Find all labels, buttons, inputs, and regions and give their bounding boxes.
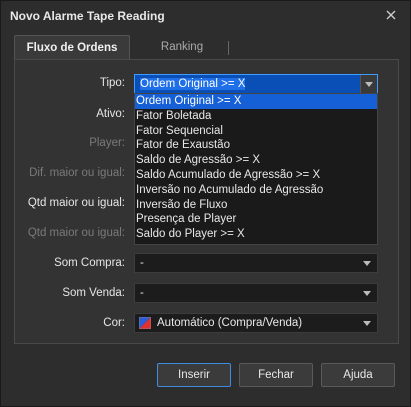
som-venda-label: Som Venda: [62,287,125,299]
som-compra-value: - [140,257,144,269]
cor-value: Automático (Compra/Venda) [157,317,303,329]
dropdown-option[interactable]: Ordem Original >= X [135,94,377,109]
dropdown-option[interactable]: Saldo do Player >= X [135,227,377,242]
tipo-dropdown-button[interactable] [360,75,377,93]
chevron-down-icon [363,291,371,296]
player-label: Player: [89,137,125,149]
close-icon[interactable] [384,8,398,22]
cor-label: Cor: [103,317,125,329]
chevron-down-icon [363,321,371,326]
ajuda-button[interactable]: Ajuda [321,363,395,387]
som-venda-select[interactable]: - [134,283,378,303]
qtd-maior-label: Qtd maior ou igual: [27,197,125,209]
dropdown-option[interactable]: Saldo Acumulado de Agressão >= X [135,168,377,183]
tipo-label: Tipo: [99,77,125,89]
som-compra-select[interactable]: - [134,253,378,273]
dropdown-option[interactable]: Fator Boletada [135,109,377,124]
tipo-select[interactable]: Ordem Original >= X [134,74,378,94]
alarm-dialog: Novo Alarme Tape Reading Fluxo de Ordens… [0,0,411,407]
dif-maior-label: Dif. maior ou igual: [29,167,125,179]
tab-fluxo-de-ordens[interactable]: Fluxo de Ordens [14,35,130,60]
dropdown-option[interactable]: Inversão no Acumulado de Agressão [135,183,377,198]
color-swatch-icon [138,316,152,330]
dropdown-option[interactable]: Inversão de Fluxo [135,198,377,213]
ativo-label: Ativo: [96,108,125,120]
inserir-button[interactable]: Inserir [157,363,231,387]
dropdown-option[interactable]: Presença de Player [135,212,377,227]
qtd-maior-2-label: Qtd maior ou igual: [27,227,125,239]
som-compra-label: Som Compra: [54,257,125,269]
dropdown-option[interactable]: Fator de Exaustão [135,138,377,153]
chevron-down-icon [365,82,373,87]
dropdown-option[interactable]: Saldo de Agressão >= X [135,153,377,168]
tipo-dropdown-list: Ordem Original >= X Fator Boletada Fator S… [134,93,378,245]
dropdown-option[interactable]: Fator Sequencial [135,124,377,139]
cor-select[interactable]: Automático (Compra/Venda) [134,313,378,333]
fechar-button[interactable]: Fechar [239,363,313,387]
title-bar: Novo Alarme Tape Reading [1,1,410,31]
window-title: Novo Alarme Tape Reading [10,9,165,23]
som-venda-value: - [140,287,144,299]
tipo-value: Ordem Original >= X [140,78,246,90]
tab-ranking[interactable]: Ranking [134,35,230,60]
tab-divider [228,41,229,55]
chevron-down-icon [363,261,371,266]
